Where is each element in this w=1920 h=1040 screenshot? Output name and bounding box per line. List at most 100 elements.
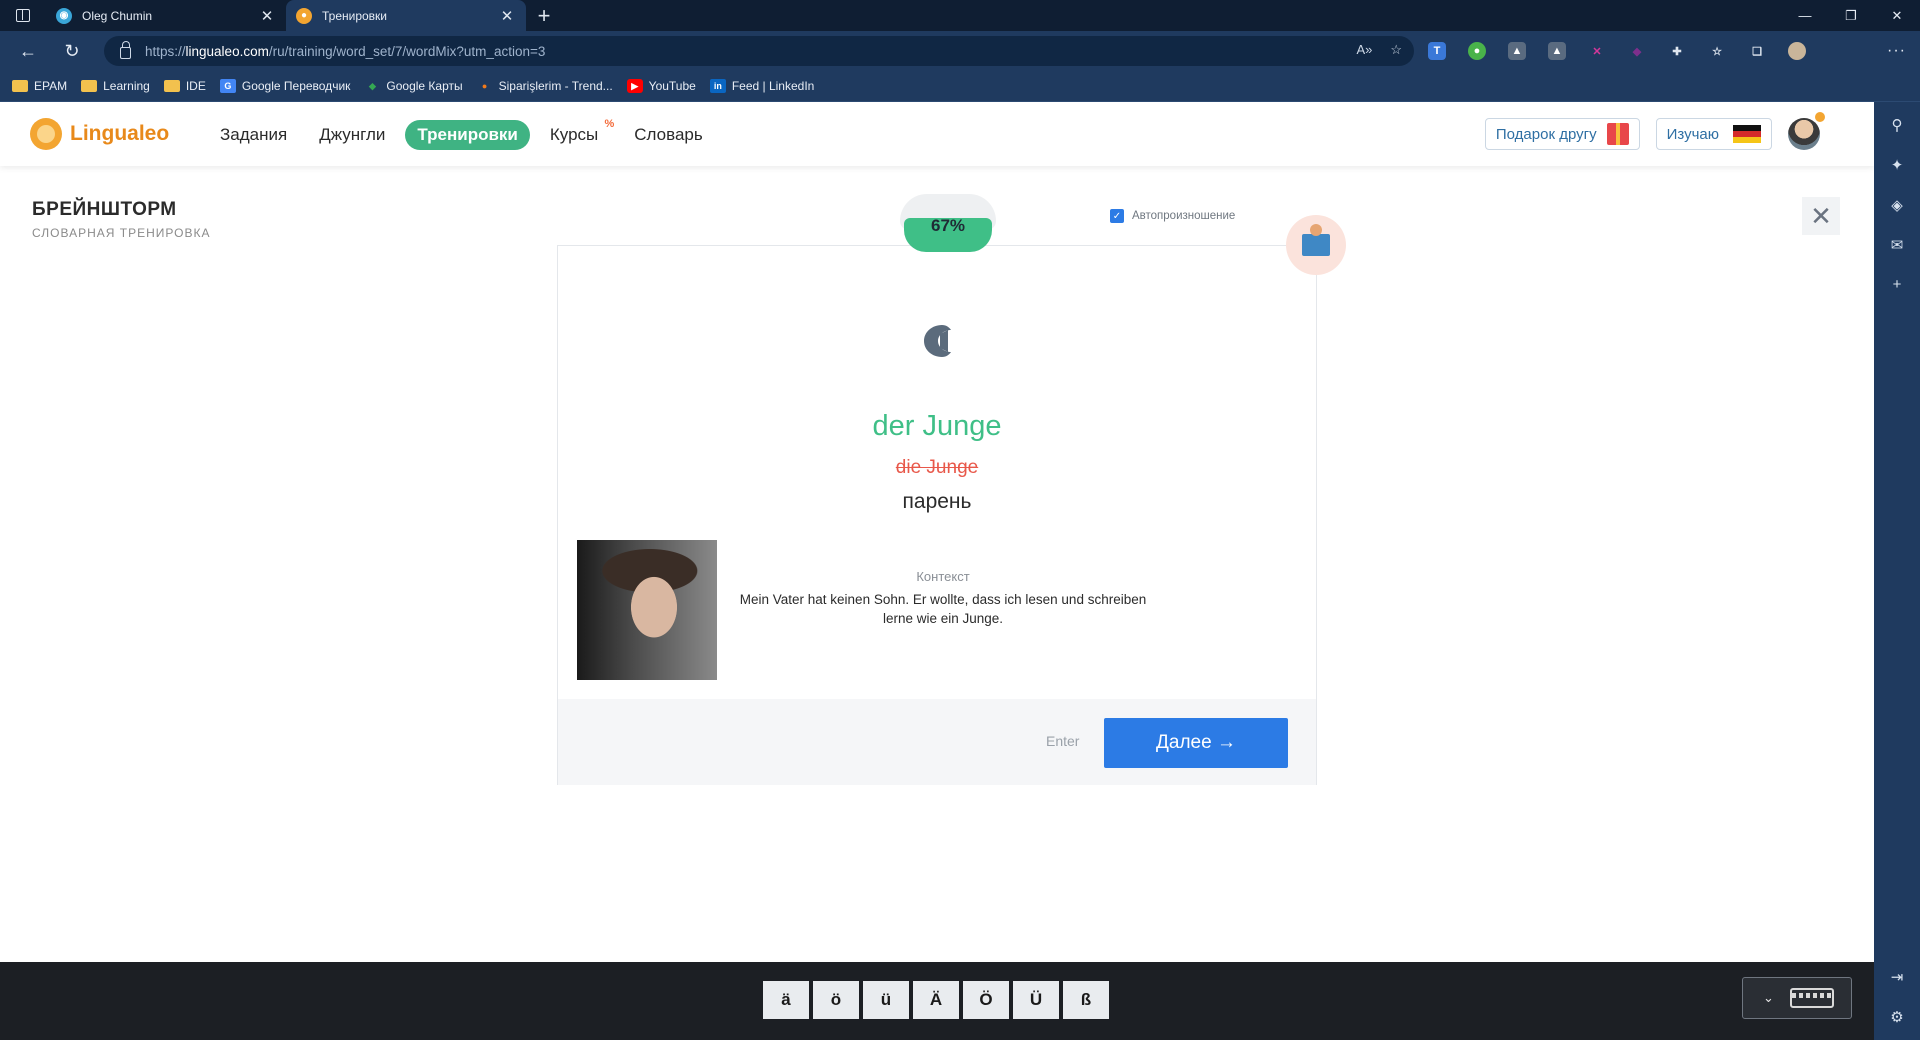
notification-dot	[1815, 112, 1825, 122]
training-card: der Junge die Junge парень Контекст Mein…	[557, 245, 1317, 785]
stats-extension-icon[interactable]: ▲	[1548, 42, 1566, 60]
bookmark-epam[interactable]: EPAM	[12, 79, 67, 93]
enter-hint: Enter	[1046, 733, 1080, 749]
bookmark-trendyol[interactable]: ● Siparişlerim - Trend...	[477, 79, 613, 93]
bookmark-google-translate[interactable]: G Google Переводчик	[219, 79, 351, 93]
next-button[interactable]: Далее →	[1104, 718, 1288, 768]
nav-item-trainings[interactable]: Тренировки	[405, 120, 530, 150]
globe-icon: ◉	[56, 7, 72, 24]
key-a-umlaut[interactable]: ä	[763, 981, 809, 1019]
reading-leo-icon	[1302, 224, 1330, 256]
word-picture	[577, 540, 717, 680]
special-characters-bar: ä ö ü Ä Ö Ü ß ⌄	[0, 962, 1874, 1040]
keyboard-toggle-button[interactable]: ⌄	[1742, 977, 1852, 1019]
wrong-answer: die Junge	[895, 457, 979, 478]
translate-extension-icon[interactable]: T	[1428, 42, 1446, 60]
close-tab-icon[interactable]: ✕	[258, 7, 276, 25]
restore-icon[interactable]: ❐	[1828, 0, 1874, 31]
bookmarks-bar: EPAM Learning IDE G Google Переводчик ◆ Go…	[0, 71, 1920, 102]
collections-icon[interactable]: ❏	[1748, 42, 1766, 60]
close-training-button[interactable]: ✕	[1802, 197, 1840, 235]
games-icon[interactable]: ◈	[1891, 196, 1903, 214]
key-u-umlaut[interactable]: ü	[863, 981, 909, 1019]
favorite-star-icon[interactable]: ☆	[1390, 42, 1402, 58]
address-bar-actions: A» ☆	[1356, 42, 1402, 58]
window-controls: — ❐ ✕	[1782, 0, 1920, 31]
chart-extension-icon[interactable]: ▲	[1508, 42, 1526, 60]
checkbox-checked-icon[interactable]: ✓	[1110, 209, 1124, 223]
new-tab-button[interactable]: +	[526, 0, 562, 31]
read-aloud-icon[interactable]: A»	[1356, 42, 1372, 58]
umlaut-keys: ä ö ü Ä Ö Ü ß	[763, 981, 1109, 1019]
browser-tab-strip: ◉ Oleg Chumin ✕ ● Тренировки ✕ + — ❐ ✕	[0, 0, 1920, 31]
youtube-icon: ▶	[626, 79, 643, 93]
back-arrow-icon[interactable]: ←	[6, 31, 50, 71]
address-bar[interactable]: https://lingualeo.com/ru/training/word_s…	[104, 36, 1414, 66]
folder-icon	[163, 80, 180, 92]
key-u-umlaut-upper[interactable]: Ü	[1013, 981, 1059, 1019]
progress-percent: 67%	[930, 216, 966, 235]
green-extension-icon[interactable]: ●	[1468, 42, 1486, 60]
training-title: БРЕЙНШТОРМ	[32, 199, 177, 220]
lion-logo-icon	[30, 118, 62, 150]
nav-item-tasks[interactable]: Задания	[208, 120, 299, 150]
nav-item-jungle[interactable]: Джунгли	[307, 120, 397, 150]
profile-avatar-icon[interactable]	[1788, 42, 1806, 60]
close-tab-icon[interactable]: ✕	[498, 7, 516, 25]
bookmark-label: Siparişlerim - Trend...	[498, 79, 613, 93]
main-nav: Задания Джунгли Тренировки Курсы% Словар…	[208, 118, 723, 150]
site-logo[interactable]: Lingualeo	[30, 118, 169, 150]
settings-icon[interactable]: ⚙	[1890, 1008, 1903, 1026]
user-avatar[interactable]	[1788, 112, 1825, 150]
word-translation: парень	[902, 490, 972, 513]
trendyol-icon: ●	[481, 81, 488, 91]
tab-actions-icon	[16, 9, 30, 22]
edge-sidebar: ⚲ ✦ ◈ ✉ + ⇥ ⚙	[1874, 102, 1920, 1040]
speaker-icon[interactable]	[918, 321, 958, 361]
hide-sidebar-icon[interactable]: ⇥	[1891, 968, 1904, 986]
copilot-icon[interactable]: ✦	[1891, 156, 1904, 174]
context-sentence: Mein Vater hat keinen Sohn. Er wollte, d…	[739, 592, 1147, 626]
lingualeo-icon: ●	[296, 7, 312, 24]
purple-extension-icon[interactable]: ◆	[1628, 42, 1646, 60]
google-translate-icon: G	[219, 79, 236, 93]
add-icon[interactable]: +	[1893, 276, 1902, 293]
bookmark-linkedin[interactable]: in Feed | LinkedIn	[709, 79, 814, 93]
outlook-icon[interactable]: ✉	[1891, 236, 1904, 254]
bookmark-label: Learning	[103, 79, 150, 93]
autoplay-toggle[interactable]: ✓ Автопроизношение	[1110, 209, 1235, 223]
bookmark-google-maps[interactable]: ◆ Google Карты	[364, 79, 463, 93]
bookmark-ide[interactable]: IDE	[163, 79, 206, 93]
refresh-icon[interactable]: ↻	[50, 31, 94, 71]
favorites-icon[interactable]: ☆	[1708, 42, 1726, 60]
autoplay-label: Автопроизношение	[1132, 210, 1236, 222]
bookmark-label: EPAM	[34, 79, 68, 93]
edge-sidebar-bottom: ⇥ ⚙	[1890, 968, 1903, 1026]
tab-title: Тренировки	[322, 8, 388, 23]
key-eszett[interactable]: ß	[1063, 981, 1109, 1019]
url-prefix: https://	[145, 43, 186, 59]
bookmark-youtube[interactable]: ▶ YouTube	[626, 79, 696, 93]
extensions-puzzle-icon[interactable]: ✚	[1668, 42, 1686, 60]
chevron-down-icon: ⌄	[1763, 990, 1774, 1005]
minimize-icon[interactable]: —	[1782, 0, 1828, 31]
more-menu-icon[interactable]: ···	[1887, 31, 1906, 71]
bookmark-learning[interactable]: Learning	[81, 79, 150, 93]
key-a-umlaut-upper[interactable]: Ä	[913, 981, 959, 1019]
key-o-umlaut[interactable]: ö	[813, 981, 859, 1019]
learning-language-button[interactable]: Изучаю	[1655, 118, 1772, 150]
x-extension-icon[interactable]: ✕	[1588, 42, 1606, 60]
browser-tab-trainings[interactable]: ● Тренировки ✕	[286, 0, 526, 31]
gift-friend-button[interactable]: Подарок другу	[1484, 118, 1640, 150]
close-window-icon[interactable]: ✕	[1874, 0, 1920, 31]
nav-item-dictionary[interactable]: Словарь	[622, 120, 714, 150]
bookmark-label: IDE	[185, 79, 206, 93]
tab-actions-button[interactable]	[0, 0, 46, 31]
bookmark-label: Google Переводчик	[241, 79, 351, 93]
nav-item-courses[interactable]: Курсы%	[538, 118, 614, 150]
close-icon: ✕	[1810, 200, 1832, 231]
lock-icon	[120, 41, 131, 59]
key-o-umlaut-upper[interactable]: Ö	[963, 981, 1009, 1019]
browser-tab-oleg[interactable]: ◉ Oleg Chumin ✕	[46, 0, 286, 31]
search-icon[interactable]: ⚲	[1892, 116, 1903, 134]
